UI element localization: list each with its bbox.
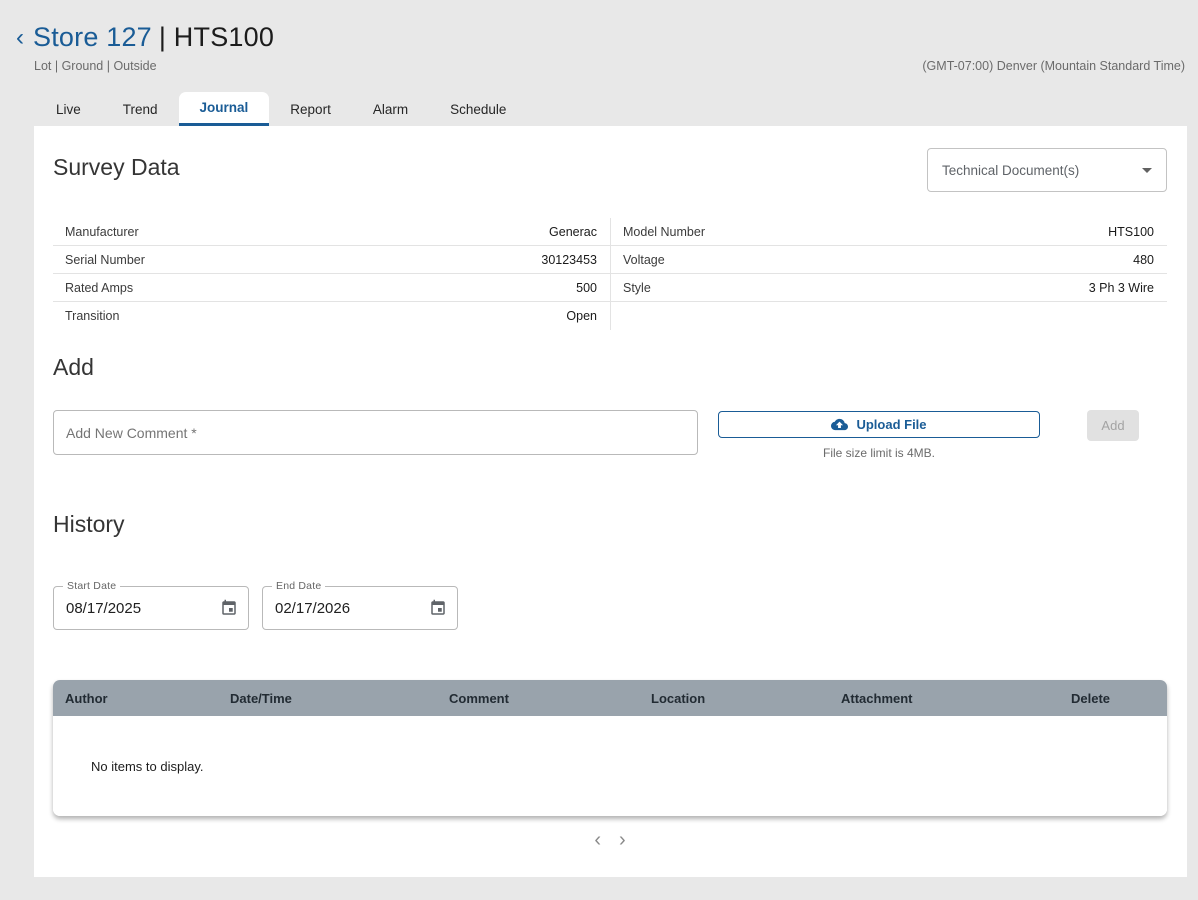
field-label: Manufacturer [65, 225, 139, 239]
field-value: Open [566, 309, 597, 323]
upload-file-label: Upload File [856, 417, 926, 432]
field-label: Voltage [623, 253, 665, 267]
chevron-down-icon [1142, 168, 1152, 173]
field-value: 30123453 [541, 253, 597, 267]
survey-table: Manufacturer Generac Serial Number 30123… [53, 218, 1167, 330]
empty-message: No items to display. [53, 759, 203, 774]
column-header-comment: Comment [437, 691, 639, 706]
calendar-icon[interactable] [220, 599, 238, 617]
column-header-datetime: Date/Time [218, 691, 437, 706]
field-label: Serial Number [65, 253, 145, 267]
history-table-header: Author Date/Time Comment Location Attach… [53, 680, 1167, 716]
survey-row-style: Style 3 Ph 3 Wire [611, 274, 1167, 302]
tab-live[interactable]: Live [35, 92, 102, 126]
back-chevron-icon[interactable]: ‹ [16, 26, 24, 50]
tab-bar: Live Trend Journal Report Alarm Schedule [35, 92, 527, 126]
field-label: Model Number [623, 225, 705, 239]
calendar-icon[interactable] [429, 599, 447, 617]
survey-row-serial-number: Serial Number 30123453 [53, 246, 610, 274]
tab-alarm[interactable]: Alarm [352, 92, 429, 126]
survey-row-voltage: Voltage 480 [611, 246, 1167, 274]
survey-column-right: Model Number HTS100 Voltage 480 Style 3 … [610, 218, 1167, 330]
journal-page: ‹ Store 127| HTS100 Lot | Ground | Outsi… [0, 0, 1198, 900]
date-filter-row: Start Date End Date [53, 586, 458, 630]
start-date-field[interactable]: Start Date [53, 586, 249, 630]
tab-schedule[interactable]: Schedule [429, 92, 527, 126]
survey-row-transition: Transition Open [53, 302, 610, 330]
new-comment-input[interactable] [53, 410, 698, 455]
file-size-note: File size limit is 4MB. [718, 446, 1040, 460]
survey-data-heading: Survey Data [53, 154, 180, 181]
field-value: 3 Ph 3 Wire [1089, 281, 1154, 295]
technical-documents-dropdown[interactable]: Technical Document(s) [927, 148, 1167, 192]
end-date-label: End Date [272, 580, 325, 592]
cloud-upload-icon [831, 416, 848, 433]
field-value: 500 [576, 281, 597, 295]
history-heading: History [53, 511, 125, 538]
add-button[interactable]: Add [1087, 410, 1139, 441]
previous-page-button[interactable]: ‹ [594, 830, 601, 850]
page-title: Store 127| HTS100 [33, 22, 274, 53]
survey-row-rated-amps: Rated Amps 500 [53, 274, 610, 302]
survey-row-model-number: Model Number HTS100 [611, 218, 1167, 246]
column-header-author: Author [53, 691, 218, 706]
upload-file-button[interactable]: Upload File [718, 411, 1040, 438]
history-table: Author Date/Time Comment Location Attach… [53, 680, 1167, 816]
start-date-label: Start Date [63, 580, 120, 592]
column-header-location: Location [639, 691, 829, 706]
history-table-body: No items to display. [53, 716, 1167, 816]
tab-report[interactable]: Report [269, 92, 352, 126]
next-page-button[interactable]: › [619, 830, 626, 850]
timezone-label: (GMT-07:00) Denver (Mountain Standard Ti… [922, 59, 1185, 73]
start-date-input[interactable] [66, 600, 220, 617]
store-link[interactable]: Store 127 [33, 22, 152, 52]
column-header-delete: Delete [1059, 691, 1167, 706]
field-label: Rated Amps [65, 281, 133, 295]
column-header-attachment: Attachment [829, 691, 1059, 706]
field-value: Generac [549, 225, 597, 239]
survey-row-empty [611, 302, 1167, 330]
pagination: ‹ › [53, 830, 1167, 850]
field-value: 480 [1133, 253, 1154, 267]
location-breadcrumb: Lot | Ground | Outside [34, 59, 157, 73]
field-label: Style [623, 281, 651, 295]
tab-trend[interactable]: Trend [102, 92, 179, 126]
field-value: HTS100 [1108, 225, 1154, 239]
add-heading: Add [53, 354, 94, 381]
field-label: Transition [65, 309, 119, 323]
survey-row-manufacturer: Manufacturer Generac [53, 218, 610, 246]
survey-column-left: Manufacturer Generac Serial Number 30123… [53, 218, 610, 330]
tab-journal[interactable]: Journal [179, 92, 270, 126]
device-name: | HTS100 [159, 22, 274, 52]
end-date-input[interactable] [275, 600, 429, 617]
content-card: Survey Data Technical Document(s) Manufa… [34, 126, 1187, 877]
dropdown-value: Technical Document(s) [942, 163, 1142, 178]
end-date-field[interactable]: End Date [262, 586, 458, 630]
